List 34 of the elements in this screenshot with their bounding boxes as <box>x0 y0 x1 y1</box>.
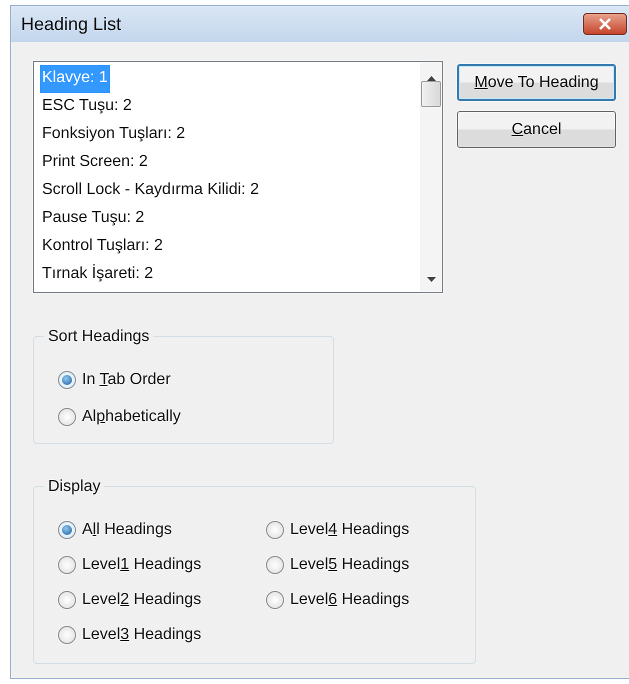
list-item[interactable]: Pause Tuşu: 2 <box>40 205 146 233</box>
scroll-thumb[interactable] <box>421 81 441 107</box>
radio-label[interactable]: Level3 Headings <box>82 622 202 646</box>
list-item[interactable]: Print Screen: 2 <box>40 149 150 177</box>
radio-button[interactable] <box>58 520 76 538</box>
radio-label[interactable]: Level4 Headings <box>290 518 410 542</box>
close-button[interactable] <box>583 13 627 35</box>
list-item[interactable]: Tırnak İşareti: 2 <box>40 261 156 289</box>
radio-button[interactable] <box>266 556 284 574</box>
scrollbar[interactable] <box>420 62 442 292</box>
list-item[interactable]: Fonksiyon Tuşları: 2 <box>40 121 188 149</box>
radio-button[interactable] <box>58 370 76 388</box>
radio-label[interactable]: Level6 Headings <box>290 588 410 612</box>
heading-list[interactable]: Klavye: 1 ESC Tuşu: 2 Fonksiyon Tuşları: 2 Print Screen: 2 Scroll Lock - Kaydırma Kilidi: 2 Pause Tuşu: 2 Kontrol Tuşları: 2 Tırnak İşareti: 2 <box>33 61 443 293</box>
radio-button[interactable] <box>266 520 284 538</box>
close-icon <box>597 18 613 30</box>
scroll-down-icon[interactable] <box>426 277 436 282</box>
dialog-button[interactable]: Move To Heading <box>457 64 616 101</box>
radio-label[interactable]: Level2 Headings <box>82 588 202 612</box>
radio-label[interactable]: In Tab Order <box>82 368 171 392</box>
window-title: Heading List <box>21 12 122 36</box>
list-item[interactable]: ESC Tuşu: 2 <box>40 93 134 121</box>
radio-button[interactable] <box>58 556 76 574</box>
radio-button[interactable] <box>58 626 76 644</box>
dialog-button[interactable]: Cancel <box>457 111 616 148</box>
list-item[interactable]: Kontrol Tuşları: 2 <box>40 233 165 261</box>
radio-button[interactable] <box>266 590 284 608</box>
radio-label[interactable]: Level5 Headings <box>290 552 410 576</box>
radio-label[interactable]: Alphabetically <box>82 404 181 428</box>
radio-button[interactable] <box>58 590 76 608</box>
radio-label[interactable]: All Headings <box>82 518 172 542</box>
list-item[interactable]: Scroll Lock - Kaydırma Kilidi: 2 <box>40 177 261 205</box>
radio-label[interactable]: Level1 Headings <box>82 552 202 576</box>
radio-button[interactable] <box>58 408 76 426</box>
